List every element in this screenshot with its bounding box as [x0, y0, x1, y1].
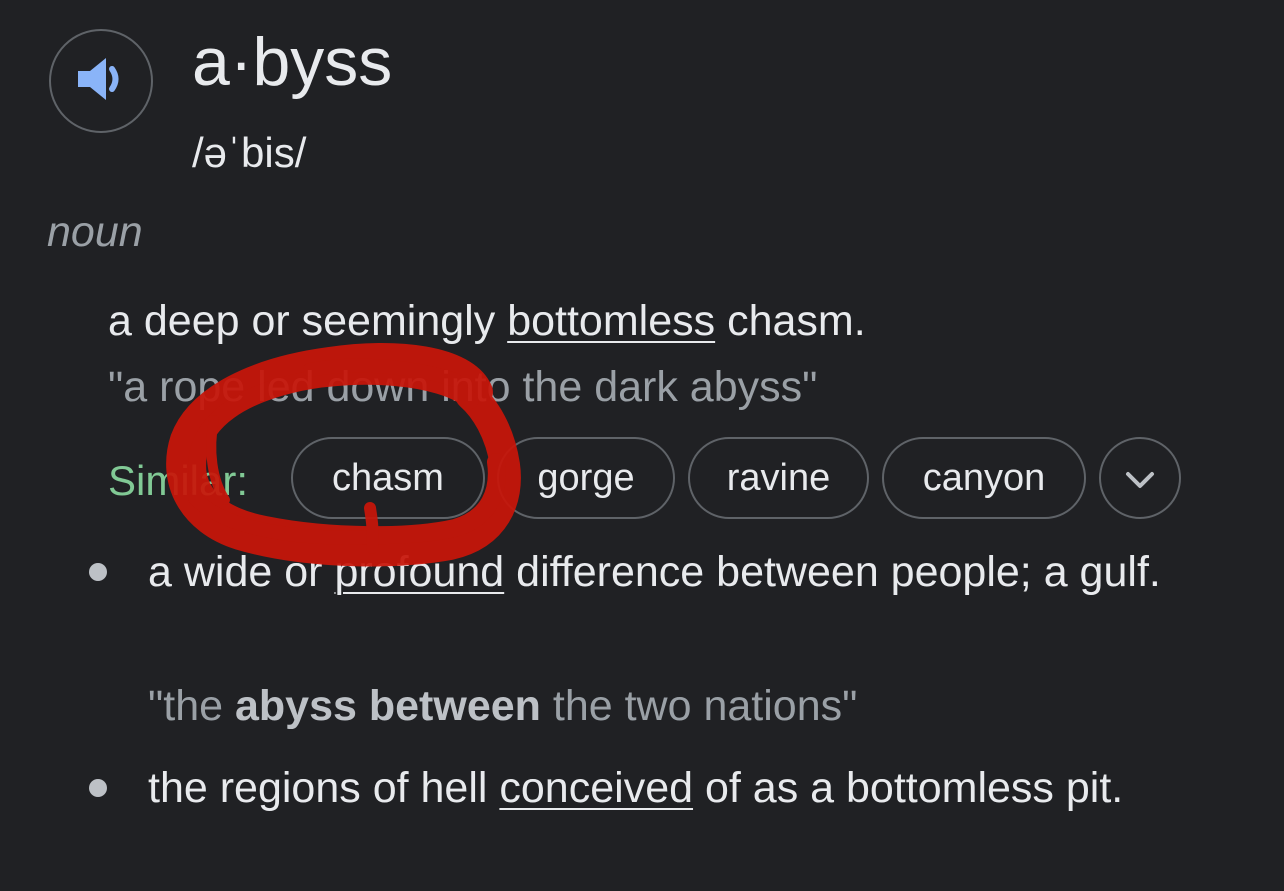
definition-1-text-end: chasm. — [715, 297, 866, 345]
more-similar-button[interactable] — [1099, 437, 1181, 519]
example-1: "a rope led down into the dark abyss" — [108, 363, 818, 411]
definition-3: the regions of hell conceived of as a bo… — [148, 756, 1228, 820]
similar-chip-chasm[interactable]: chasm — [291, 437, 485, 519]
definition-2-text-end: difference between people; a gulf. — [504, 548, 1161, 596]
example-2-bold: abyss between — [235, 682, 541, 730]
definition-1-link-bottomless[interactable]: bottomless — [507, 297, 715, 345]
similar-chip-ravine[interactable]: ravine — [688, 437, 869, 519]
definition-1: a deep or seemingly bottomless chasm. — [108, 295, 866, 347]
definition-2: a wide or profound difference between pe… — [148, 540, 1228, 604]
similar-chip-canyon[interactable]: canyon — [882, 437, 1086, 519]
example-2-open: "the — [148, 682, 235, 730]
definition-1-text: a deep or seemingly — [108, 297, 508, 345]
example-2: "the abyss between the two nations" — [148, 680, 857, 732]
bullet — [89, 563, 107, 581]
definition-3-link-conceived[interactable]: conceived — [499, 764, 693, 812]
bullet — [89, 779, 107, 797]
definition-2-text: a wide or — [148, 548, 335, 596]
headword: a·byss — [192, 24, 393, 100]
definition-2-link-profound[interactable]: profound — [334, 548, 504, 596]
phonetic-spelling: /əˈbis/ — [192, 129, 307, 176]
chevron-down-icon — [1125, 457, 1155, 500]
definition-3-text-end: of as a bottomless pit. — [693, 764, 1124, 812]
speaker-icon — [74, 55, 128, 108]
similar-chip-gorge[interactable]: gorge — [497, 437, 675, 519]
similar-label: Similar: — [108, 457, 249, 504]
pronunciation-button[interactable] — [49, 29, 153, 133]
part-of-speech: noun — [47, 208, 143, 256]
example-2-close: the two nations" — [540, 682, 858, 730]
definition-3-text: the regions of hell — [148, 764, 500, 812]
